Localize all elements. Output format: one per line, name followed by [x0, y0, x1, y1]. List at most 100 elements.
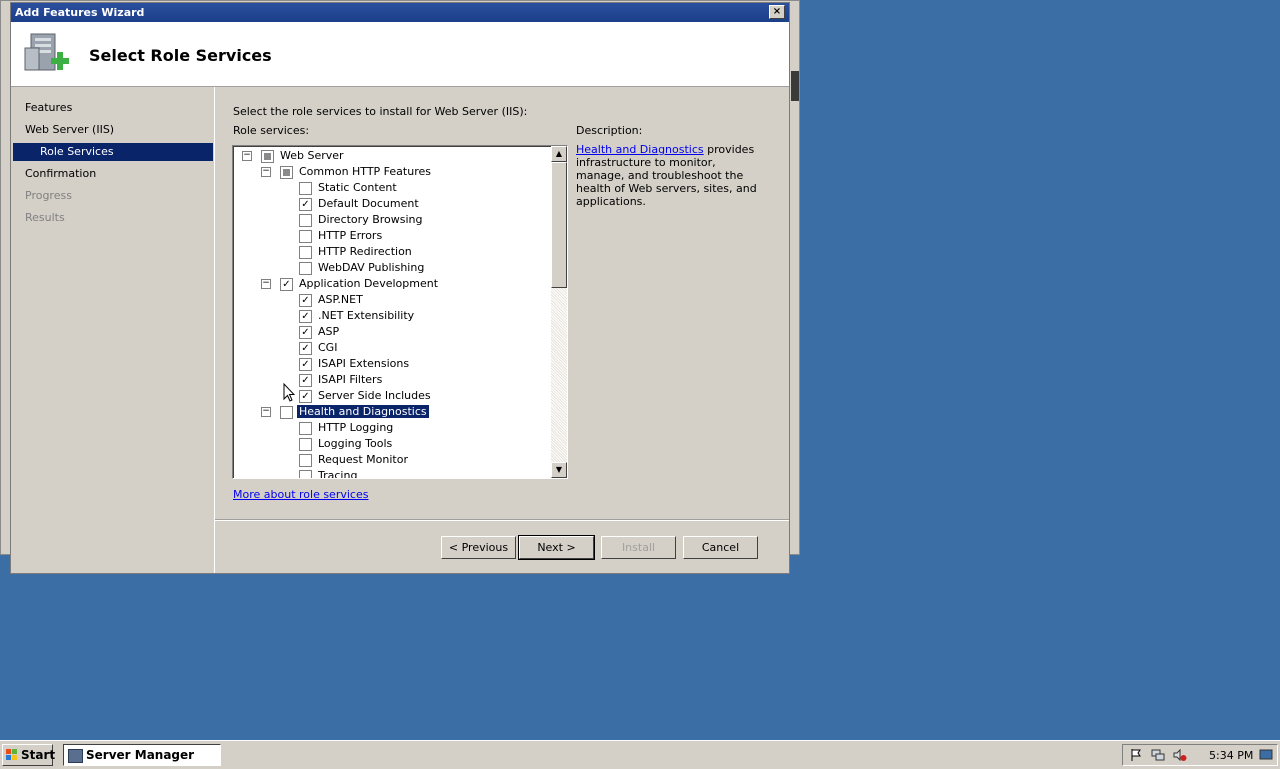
- wizard-title: Add Features Wizard: [15, 6, 145, 19]
- tree-item-checkbox[interactable]: ✓: [299, 342, 312, 355]
- description-text: Health and Diagnostics provides infrastr…: [576, 143, 766, 208]
- previous-button[interactable]: < Previous: [441, 536, 516, 559]
- nav-item-progress: Progress: [25, 189, 72, 202]
- tree-item-checkbox[interactable]: [299, 262, 312, 275]
- tree-item-checkbox[interactable]: ✓: [299, 358, 312, 371]
- taskbar: Start Server Manager 5:34 PM: [0, 740, 1280, 769]
- server-add-icon: [24, 33, 69, 71]
- tree-item[interactable]: ✓ .NET Extensibility: [233, 308, 549, 324]
- tree-collapse-toggle[interactable]: −: [261, 407, 271, 417]
- tree-item-label: Default Document: [318, 197, 419, 210]
- nav-item-results: Results: [25, 211, 65, 224]
- tree-item-checkbox[interactable]: [299, 454, 312, 467]
- add-features-wizard: Add Features Wizard × Select Role Servic…: [10, 2, 790, 574]
- tree-item-checkbox[interactable]: [299, 182, 312, 195]
- tree-item-checkbox[interactable]: ✓: [299, 390, 312, 403]
- scroll-down-button[interactable]: ▼: [551, 462, 567, 478]
- scroll-down-icon: ▼: [555, 465, 563, 474]
- scroll-up-icon: ▲: [555, 149, 563, 158]
- tree-item-checkbox[interactable]: ✓: [299, 294, 312, 307]
- tree-item-checkbox[interactable]: [299, 214, 312, 227]
- scroll-up-button[interactable]: ▲: [551, 146, 567, 162]
- tree-scrollbar[interactable]: ▲ ▼: [551, 146, 567, 478]
- tree-collapse-toggle[interactable]: −: [242, 151, 252, 161]
- tree-item[interactable]: ✓ ISAPI Filters: [233, 372, 549, 388]
- tree-item-checkbox[interactable]: [261, 150, 274, 163]
- next-button[interactable]: Next >: [518, 535, 595, 560]
- more-about-role-services-link[interactable]: More about role services: [233, 488, 368, 501]
- tree-item-checkbox[interactable]: [299, 470, 312, 478]
- tree-item-checkbox[interactable]: [280, 166, 293, 179]
- tree-item[interactable]: ✓ Default Document: [233, 196, 549, 212]
- wizard-nav: Features Web Server (IIS) Role Services …: [11, 87, 215, 573]
- tree-item[interactable]: HTTP Redirection: [233, 244, 549, 260]
- tree-item[interactable]: − ✓ Application Development: [233, 276, 549, 292]
- tree-item[interactable]: Logging Tools: [233, 436, 549, 452]
- tree-collapse-toggle[interactable]: −: [261, 167, 271, 177]
- tree-item-checkbox[interactable]: [299, 230, 312, 243]
- tree-item-checkbox[interactable]: [299, 246, 312, 259]
- tree-item[interactable]: ✓ Server Side Includes: [233, 388, 549, 404]
- tree-item[interactable]: ✓ ASP.NET: [233, 292, 549, 308]
- tree-item[interactable]: ✓ CGI: [233, 340, 549, 356]
- tree-item-label: Static Content: [318, 181, 397, 194]
- wizard-titlebar[interactable]: Add Features Wizard ×: [11, 3, 789, 22]
- nav-item-confirmation[interactable]: Confirmation: [25, 167, 96, 180]
- checkmark-icon: ✓: [301, 391, 310, 402]
- tree-item[interactable]: Tracing: [233, 468, 549, 479]
- tree-item-label: CGI: [318, 341, 338, 354]
- taskbar-item-server-manager[interactable]: Server Manager: [63, 744, 221, 766]
- tree-item-checkbox[interactable]: ✓: [299, 310, 312, 323]
- instruction-text: Select the role services to install for …: [233, 105, 528, 118]
- close-button[interactable]: ×: [769, 5, 785, 19]
- tree-collapse-toggle[interactable]: −: [261, 279, 271, 289]
- nav-item-label: Role Services: [40, 145, 114, 158]
- checkmark-icon: ✓: [301, 199, 310, 210]
- checkmark-icon: ✓: [301, 343, 310, 354]
- checkmark-icon: ✓: [301, 311, 310, 322]
- nav-item-role-services[interactable]: Role Services: [13, 143, 213, 161]
- tree-item[interactable]: HTTP Errors: [233, 228, 549, 244]
- action-center-flag-icon[interactable]: [1129, 748, 1143, 762]
- tree-item-checkbox[interactable]: ✓: [299, 374, 312, 387]
- mouse-cursor-icon: [283, 383, 295, 402]
- health-diagnostics-link[interactable]: Health and Diagnostics: [576, 143, 704, 156]
- tree-item[interactable]: Static Content: [233, 180, 549, 196]
- tree-item[interactable]: ✓ ISAPI Extensions: [233, 356, 549, 372]
- clock[interactable]: 5:34 PM: [1209, 749, 1253, 762]
- nav-item-features[interactable]: Features: [25, 101, 72, 114]
- scroll-thumb[interactable]: [551, 162, 567, 288]
- description-label: Description:: [576, 124, 643, 137]
- background-window-scrollbar[interactable]: [791, 71, 799, 101]
- tree-item-checkbox[interactable]: [299, 438, 312, 451]
- tree-item-checkbox[interactable]: ✓: [280, 278, 293, 291]
- start-button[interactable]: Start: [2, 744, 55, 766]
- tree-item-label: .NET Extensibility: [318, 309, 415, 322]
- tree-item[interactable]: WebDAV Publishing: [233, 260, 549, 276]
- tree-item-checkbox[interactable]: ✓: [299, 198, 312, 211]
- tree-item[interactable]: ✓ ASP: [233, 324, 549, 340]
- cancel-button[interactable]: Cancel: [683, 536, 758, 559]
- tree-item[interactable]: − Web Server: [233, 148, 549, 164]
- tree-item-checkbox[interactable]: [280, 406, 293, 419]
- volume-muted-icon[interactable]: [1173, 748, 1187, 762]
- wizard-header: Select Role Services: [11, 22, 789, 87]
- tree-item[interactable]: − Common HTTP Features: [233, 164, 549, 180]
- tree-item[interactable]: HTTP Logging: [233, 420, 549, 436]
- tree-item-label: Server Side Includes: [318, 389, 431, 402]
- scroll-track[interactable]: [551, 288, 567, 462]
- role-services-tree[interactable]: − Web Server − Common HTTP Features Static C…: [232, 145, 568, 479]
- network-icon[interactable]: [1151, 748, 1165, 762]
- tree-item[interactable]: − Health and Diagnostics: [233, 404, 549, 420]
- tree-item-checkbox[interactable]: ✓: [299, 326, 312, 339]
- checkmark-icon: ✓: [301, 359, 310, 370]
- tree-item[interactable]: Request Monitor: [233, 452, 549, 468]
- tree-item[interactable]: Directory Browsing: [233, 212, 549, 228]
- server-manager-icon: [68, 749, 83, 763]
- tree-item-label: ASP: [318, 325, 340, 338]
- nav-item-web-server[interactable]: Web Server (IIS): [25, 123, 114, 136]
- tree-item-label: Tracing: [318, 469, 358, 479]
- tree-item-label: Request Monitor: [318, 453, 408, 466]
- tree-item-checkbox[interactable]: [299, 422, 312, 435]
- show-desktop-icon[interactable]: [1259, 748, 1273, 762]
